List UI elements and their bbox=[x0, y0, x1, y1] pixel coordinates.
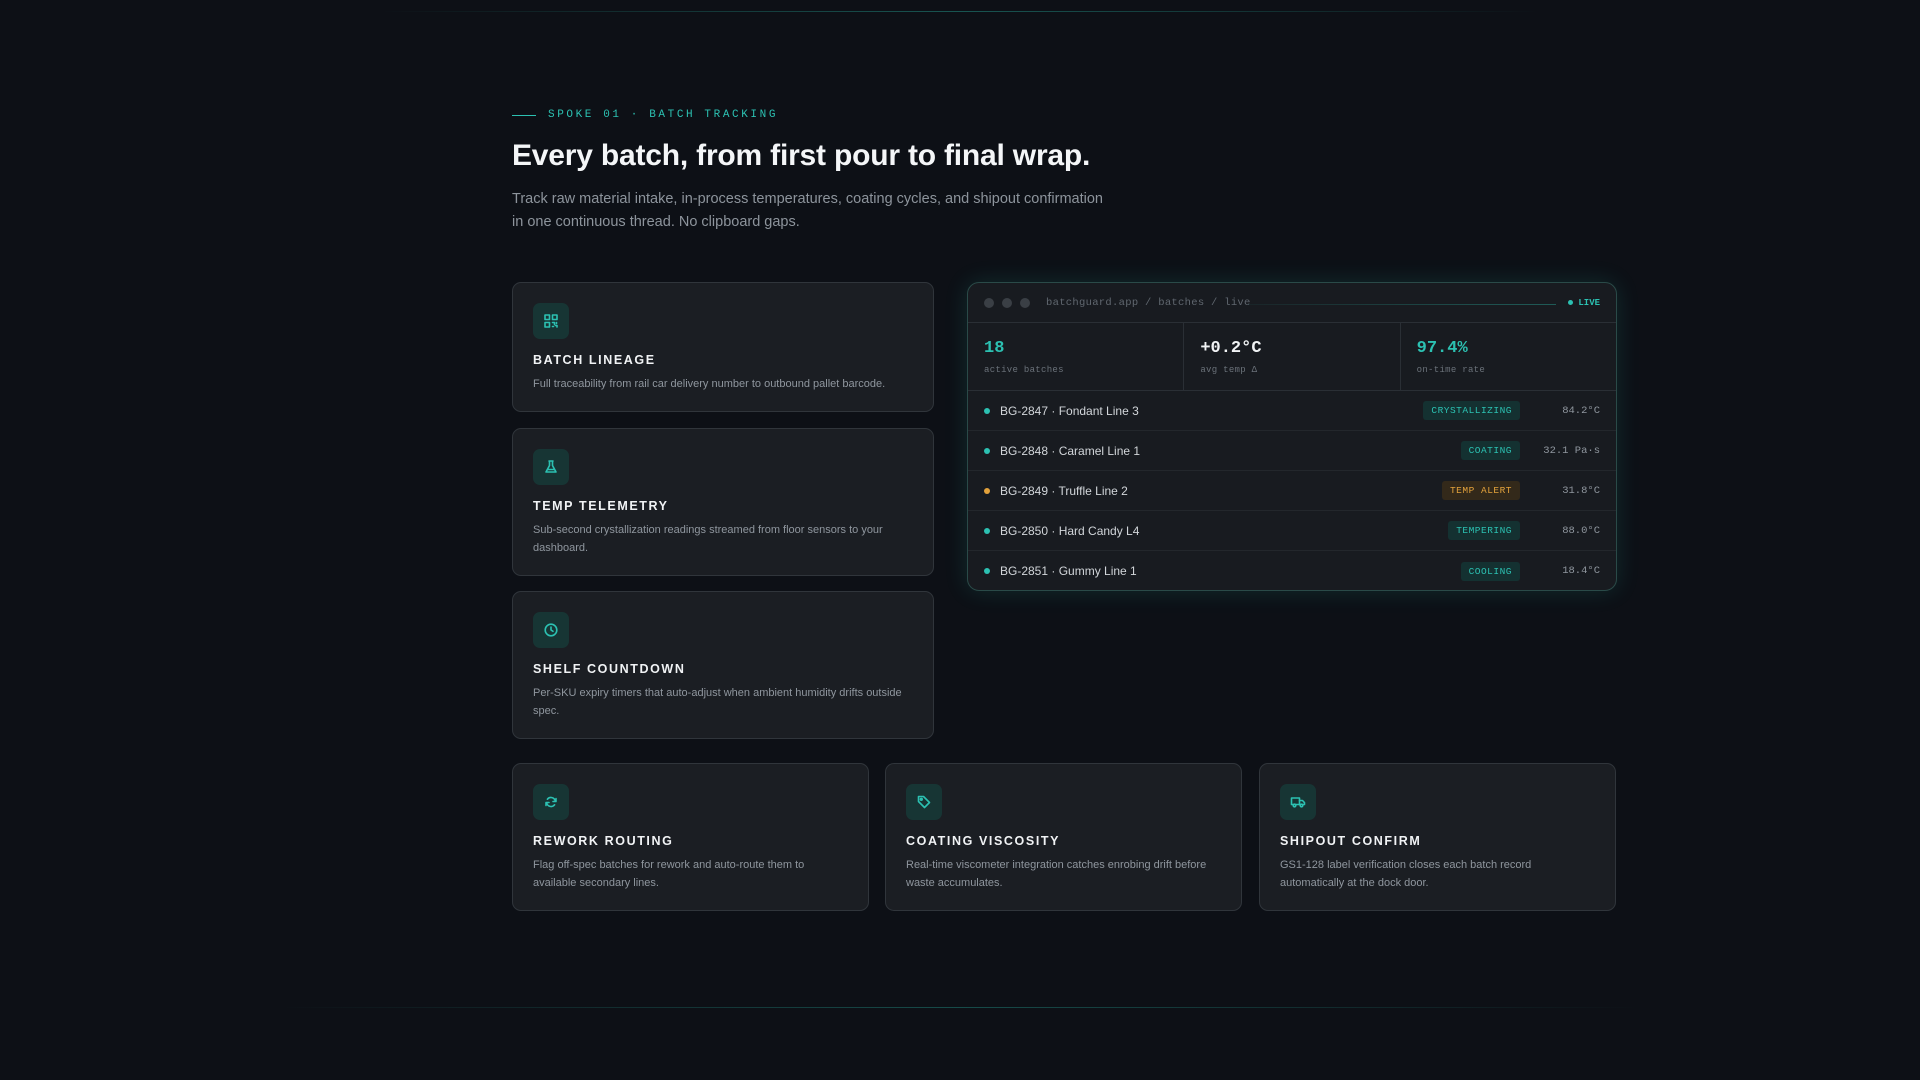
url-underline bbox=[1248, 304, 1556, 305]
feature-title: SHELF COUNTDOWN bbox=[533, 662, 686, 676]
status-dot-icon bbox=[984, 487, 990, 494]
batch-row[interactable]: BG-2849 · Truffle Line 2 TEMP ALERT 31.8… bbox=[968, 471, 1616, 511]
qr-code-icon bbox=[533, 303, 569, 339]
status-badge: COOLING bbox=[1460, 561, 1520, 581]
feature-title: SHIPOUT CONFIRM bbox=[1280, 834, 1422, 848]
batch-row[interactable]: BG-2847 · Fondant Line 3 CRYSTALLIZING 8… bbox=[968, 391, 1616, 431]
window-dot bbox=[1002, 297, 1012, 308]
eyebrow-text: SPOKE 01 · BATCH TRACKING bbox=[548, 109, 779, 121]
panel-titlebar: batchguard.app / batches / live LIVE bbox=[968, 283, 1616, 323]
feature-card-shipout-confirm: SHIPOUT CONFIRM GS1-128 label verificati… bbox=[1259, 763, 1616, 911]
live-label: LIVE bbox=[1578, 297, 1600, 308]
batch-name: BG-2850 · Hard Candy L4 bbox=[1000, 523, 1140, 538]
stat-label: active batches bbox=[984, 365, 1064, 375]
feature-card-coating-viscosity: COATING VISCOSITY Real-time viscometer i… bbox=[885, 763, 1242, 911]
status-badge: CRYSTALLIZING bbox=[1423, 401, 1520, 420]
status-dot-icon bbox=[984, 407, 990, 414]
status-dot-icon bbox=[984, 568, 990, 574]
batch-name: BG-2849 · Truffle Line 2 bbox=[1000, 483, 1128, 498]
batch-list: BG-2847 · Fondant Line 3 CRYSTALLIZING 8… bbox=[968, 391, 1616, 590]
live-dot-icon bbox=[1568, 300, 1574, 305]
stat-avg-temp: +0.2°C avg temp Δ bbox=[1184, 323, 1401, 390]
feature-description: Full traceability from rail car delivery… bbox=[533, 378, 886, 390]
top-divider bbox=[380, 11, 1540, 12]
live-indicator: LIVE bbox=[1568, 298, 1600, 308]
live-batches-panel: batchguard.app / batches / live LIVE 18 … bbox=[967, 282, 1617, 591]
status-dot-icon bbox=[984, 447, 990, 454]
feature-card-temp-telemetry: TEMP TELEMETRY Sub-second crystallizatio… bbox=[512, 428, 934, 576]
status-dot-icon bbox=[984, 527, 990, 534]
stat-label: avg temp Δ bbox=[1200, 365, 1258, 375]
feature-description: Flag off-spec batches for rework and aut… bbox=[533, 859, 805, 889]
truck-icon bbox=[1280, 784, 1316, 820]
status-badge: TEMPERING bbox=[1448, 521, 1520, 540]
feature-title: REWORK ROUTING bbox=[533, 834, 674, 848]
feature-description: GS1-128 label verification closes each b… bbox=[1280, 859, 1532, 889]
window-dot bbox=[984, 297, 994, 308]
feature-title: BATCH LINEAGE bbox=[533, 353, 656, 367]
batch-reading: 31.8°C bbox=[1562, 484, 1600, 497]
feature-card-batch-lineage: BATCH LINEAGE Full traceability from rai… bbox=[512, 282, 934, 412]
stat-label: on-time rate bbox=[1416, 365, 1486, 375]
section-title: Every batch, from first pour to final wr… bbox=[512, 139, 1091, 172]
stat-value: +0.2°C bbox=[1200, 339, 1262, 358]
batch-reading: 18.4°C bbox=[1562, 565, 1600, 577]
batch-reading: 84.2°C bbox=[1562, 404, 1600, 417]
batch-reading: 32.1 Pa·s bbox=[1543, 444, 1600, 457]
feature-title: COATING VISCOSITY bbox=[906, 834, 1061, 848]
batch-row[interactable]: BG-2850 · Hard Candy L4 TEMPERING 88.0°C bbox=[968, 511, 1616, 551]
panel-url: batchguard.app / batches / live bbox=[1046, 296, 1251, 309]
eyebrow-line bbox=[512, 114, 536, 116]
stat-value: 97.4% bbox=[1416, 339, 1468, 358]
batch-name: BG-2851 · Gummy Line 1 bbox=[1000, 564, 1137, 578]
flask-icon bbox=[533, 449, 569, 485]
feature-title: TEMP TELEMETRY bbox=[533, 499, 669, 513]
clock-icon bbox=[533, 612, 569, 648]
batch-name: BG-2848 · Caramel Line 1 bbox=[1000, 443, 1141, 458]
section-eyebrow: SPOKE 01 · BATCH TRACKING bbox=[512, 109, 778, 121]
stat-value: 18 bbox=[984, 339, 1005, 358]
status-badge: TEMP ALERT bbox=[1441, 481, 1520, 500]
feature-description: Sub-second crystallization readings stre… bbox=[533, 524, 883, 554]
stat-on-time-rate: 97.4% on-time rate bbox=[1401, 323, 1616, 390]
status-badge: COATING bbox=[1460, 441, 1520, 460]
window-dot bbox=[1020, 297, 1030, 308]
bottom-divider bbox=[280, 1007, 1640, 1008]
batch-name: BG-2847 · Fondant Line 3 bbox=[1000, 403, 1139, 418]
stat-active-batches: 18 active batches bbox=[968, 323, 1185, 390]
feature-card-rework-routing: REWORK ROUTING Flag off-spec batches for… bbox=[512, 763, 869, 911]
batch-row[interactable]: BG-2848 · Caramel Line 1 COATING 32.1 Pa… bbox=[968, 431, 1616, 471]
batch-row[interactable]: BG-2851 · Gummy Line 1 COOLING 18.4°C bbox=[968, 551, 1616, 590]
refresh-icon bbox=[533, 784, 569, 820]
feature-description: Real-time viscometer integration catches… bbox=[906, 859, 1207, 889]
section-subtitle: Track raw material intake, in-process te… bbox=[512, 191, 1103, 230]
feature-description: Per-SKU expiry timers that auto-adjust w… bbox=[533, 687, 902, 717]
panel-stats: 18 active batches +0.2°C avg temp Δ 97.4… bbox=[968, 323, 1616, 391]
batch-reading: 88.0°C bbox=[1562, 524, 1600, 537]
feature-card-shelf-countdown: SHELF COUNTDOWN Per-SKU expiry timers th… bbox=[512, 591, 934, 739]
tag-icon bbox=[906, 784, 942, 820]
